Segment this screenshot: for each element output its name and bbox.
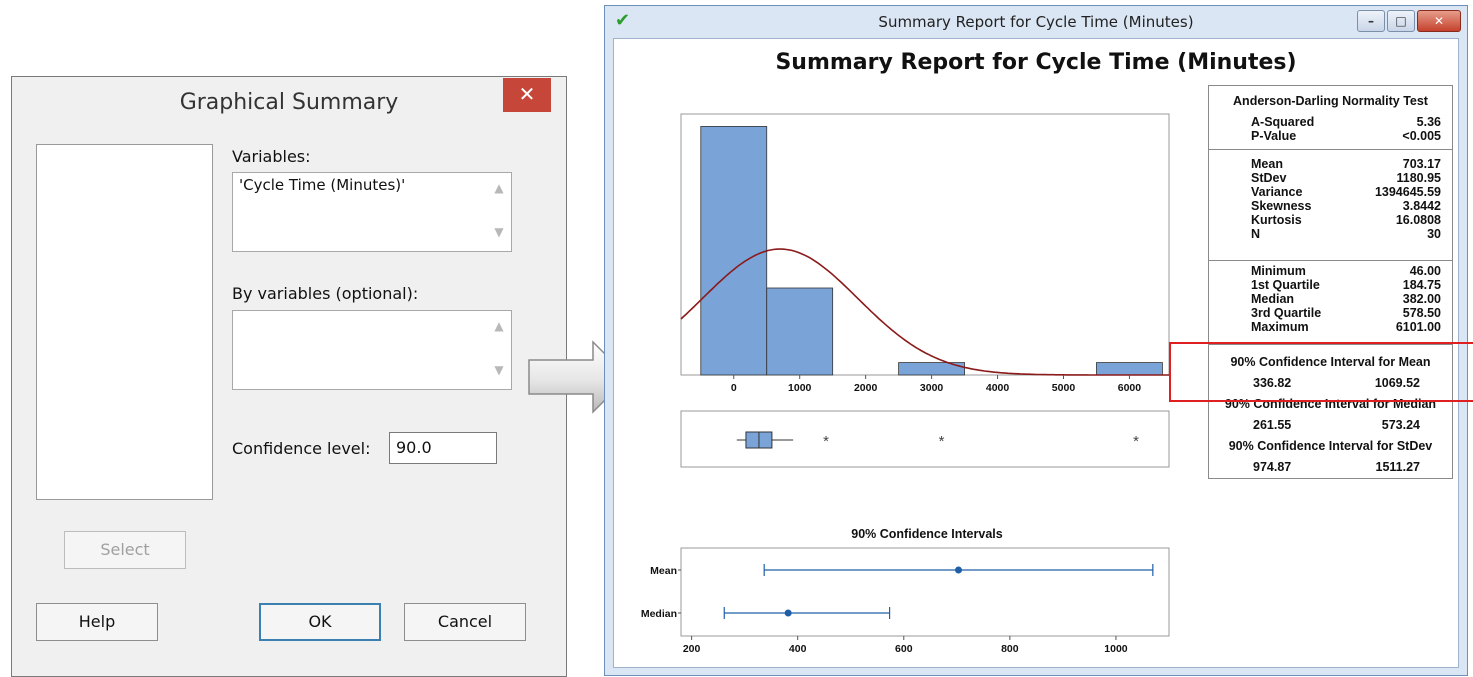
confidence-interval-plot: Mean Median 200 400 600 800 1000 [641,564,1154,655]
ci-chart-title: 90% Confidence Intervals [851,527,1002,541]
ci-x-tick-label: 1000 [1104,643,1128,655]
histogram-tick-label: 6000 [1118,382,1142,394]
ci-stdev-upper: 1511.27 [1375,460,1421,474]
histogram-bar [766,287,834,376]
stat-row: Maximum 6101.00 [1251,320,1441,334]
ci-median-lower: 261.55 [1253,418,1292,432]
statistics-panel: Anderson-Darling Normality Test A-Square… [1208,85,1453,479]
histogram-tick-label: 2000 [854,382,878,394]
histogram-tick-label: 3000 [920,382,944,394]
stat-row: Mean 703.17 [1251,157,1441,171]
histogram-tick-label: 0 [731,382,737,394]
stat-row: StDev 1180.95 [1251,171,1441,185]
ci-median-upper: 573.24 [1381,418,1420,432]
histogram [680,126,1169,376]
histogram-tick-label: 5000 [1052,382,1076,394]
ci-x-tick-label: 600 [895,643,913,655]
stat-row: Median 382.00 [1251,292,1441,306]
ci-frame [680,547,1170,637]
moments-section: Mean 703.17 StDev 1180.95 Variance 1394645.… [1209,149,1452,261]
ci-estimate-point [784,609,792,617]
ci-stdev-heading: 90% Confidence Interval for StDev [1228,439,1433,453]
stat-row: Skewness 3.8442 [1251,199,1441,213]
ci-x-tick-label: 200 [683,643,701,655]
boxplot-outlier: * [823,433,829,450]
stat-row: Minimum 46.00 [1251,264,1441,278]
histogram-x-axis: 0 1000 2000 3000 4000 5000 6000 [731,375,1141,394]
ci-category-label: Median [641,608,677,620]
histogram-bar [700,126,768,376]
histogram-tick-label: 4000 [986,382,1010,394]
ci-estimate-point [955,566,963,574]
histogram-bar [1096,362,1163,376]
ci-x-tick-label: 800 [1001,643,1019,655]
stat-row: Variance 1394645.59 [1251,185,1441,199]
highlight-box [1169,342,1473,402]
quartiles-section: Minimum 46.00 1st Quartile 184.75 Median 38… [1209,260,1452,344]
ci-stdev-lower: 974.87 [1253,460,1292,474]
stat-row: A-Squared 5.36 [1251,115,1441,129]
boxplot: * * * [736,431,1139,450]
normality-section: Anderson-Darling Normality Test A-Square… [1209,86,1452,150]
stat-row: P-Value <0.005 [1251,129,1441,143]
boxplot-outlier: * [939,433,945,450]
stat-row: N 30 [1251,227,1441,241]
stat-row: 3rd Quartile 578.50 [1251,306,1441,320]
normality-heading: Anderson-Darling Normality Test [1233,94,1428,108]
ci-x-tick-label: 400 [789,643,807,655]
stat-row: Kurtosis 16.0808 [1251,213,1441,227]
boxplot-outlier: * [1133,433,1139,450]
histogram-tick-label: 1000 [788,382,812,394]
ci-category-label: Mean [650,565,677,577]
stat-row: 1st Quartile 184.75 [1251,278,1441,292]
